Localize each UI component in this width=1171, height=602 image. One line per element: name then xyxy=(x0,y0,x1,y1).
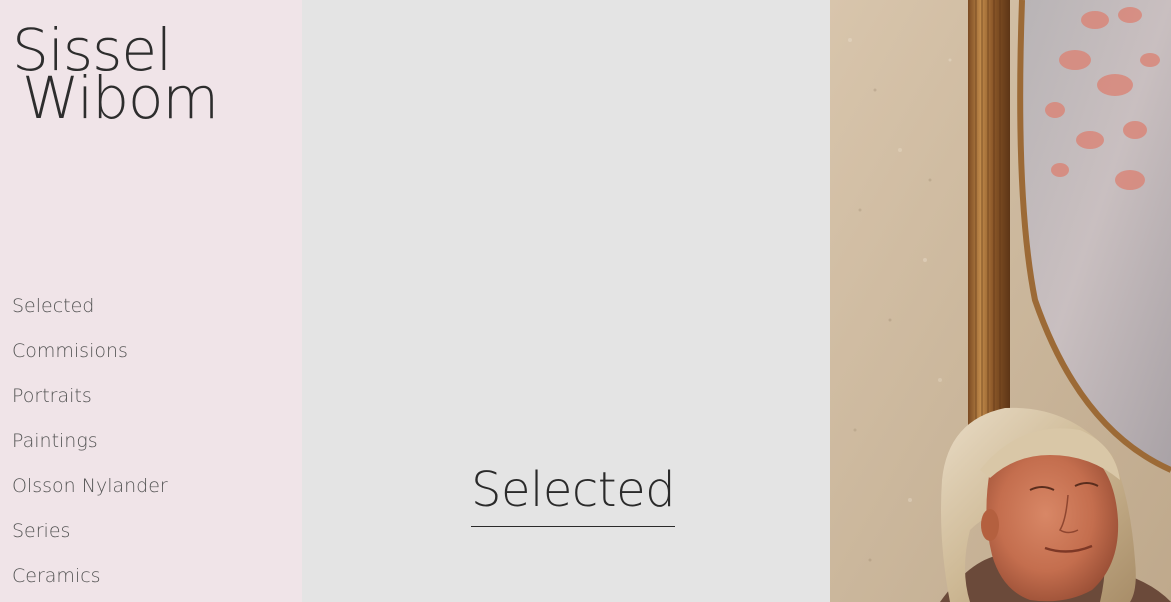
nav-item-olsson-nylander: Olsson Nylander xyxy=(12,464,168,509)
sidebar: Sissel Wibom Selected Commisions Portrai… xyxy=(0,0,302,602)
nav-item-selected: Selected xyxy=(12,284,168,329)
nav-link-commisions[interactable]: Commisions xyxy=(12,340,128,362)
nav-link-selected[interactable]: Selected xyxy=(12,295,94,317)
main-nav: Selected Commisions Portraits Paintings … xyxy=(12,284,168,599)
nav-link-ceramics[interactable]: Ceramics xyxy=(12,565,101,587)
artwork-image[interactable] xyxy=(830,0,1171,602)
face xyxy=(986,443,1119,602)
nav-item-commisions: Commisions xyxy=(12,329,168,374)
nav-link-olsson-nylander[interactable]: Olsson Nylander xyxy=(12,475,168,497)
section-heading: Selected xyxy=(471,462,676,527)
page: Sissel Wibom Selected Commisions Portrai… xyxy=(0,0,1171,602)
nav-link-portraits[interactable]: Portraits xyxy=(12,385,92,407)
nav-item-series: Series xyxy=(12,509,168,554)
nav-item-paintings: Paintings xyxy=(12,419,168,464)
nav-link-series[interactable]: Series xyxy=(12,520,70,542)
nav-link-paintings[interactable]: Paintings xyxy=(12,430,98,452)
frame-moulding xyxy=(968,0,1010,440)
nav-item-ceramics: Ceramics xyxy=(12,554,168,599)
nav-item-portraits: Portraits xyxy=(12,374,168,419)
ear xyxy=(981,509,999,541)
site-title-last-name: Wibom xyxy=(22,64,219,132)
site-title-link[interactable]: Sissel Wibom xyxy=(12,21,219,132)
portrait-painting xyxy=(830,0,1171,602)
section-title-panel: Selected xyxy=(302,0,830,602)
